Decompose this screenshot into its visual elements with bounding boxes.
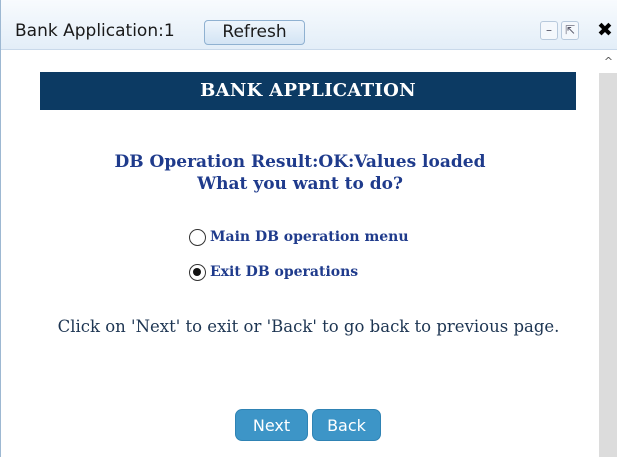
- options-group: Main DB operation menu Exit DB operation…: [189, 226, 409, 296]
- window-title: Bank Application:1: [15, 21, 175, 41]
- next-button[interactable]: Next: [235, 409, 308, 441]
- app-window: Bank Application:1 Refresh – ⇱ ✖ BANK AP…: [0, 0, 617, 457]
- option-exit-db-label: Exit DB operations: [210, 264, 359, 280]
- instruction-text: Click on 'Next' to exit or 'Back' to go …: [57, 317, 560, 336]
- radio-exit-db[interactable]: [189, 263, 206, 281]
- option-main-db-menu-label: Main DB operation menu: [210, 229, 409, 245]
- option-main-db-menu[interactable]: Main DB operation menu: [189, 226, 409, 248]
- main-content: BANK APPLICATION DB Operation Result:OK:…: [1, 50, 599, 457]
- refresh-button[interactable]: Refresh: [204, 20, 305, 45]
- option-exit-db[interactable]: Exit DB operations: [189, 261, 409, 283]
- page-banner: BANK APPLICATION: [40, 72, 576, 110]
- scroll-up-icon[interactable]: ^: [599, 50, 617, 73]
- title-bar: Bank Application:1 Refresh – ⇱ ✖: [1, 0, 617, 50]
- back-button[interactable]: Back: [312, 409, 381, 441]
- vertical-scrollbar[interactable]: [599, 50, 617, 457]
- minimize-icon[interactable]: –: [540, 21, 558, 40]
- popout-icon[interactable]: ⇱: [561, 21, 579, 40]
- radio-main-db-menu[interactable]: [189, 228, 206, 246]
- prompt-text: What you want to do?: [197, 174, 403, 194]
- operation-result-text: DB Operation Result:OK:Values loaded: [114, 152, 486, 172]
- close-icon[interactable]: ✖: [595, 21, 615, 40]
